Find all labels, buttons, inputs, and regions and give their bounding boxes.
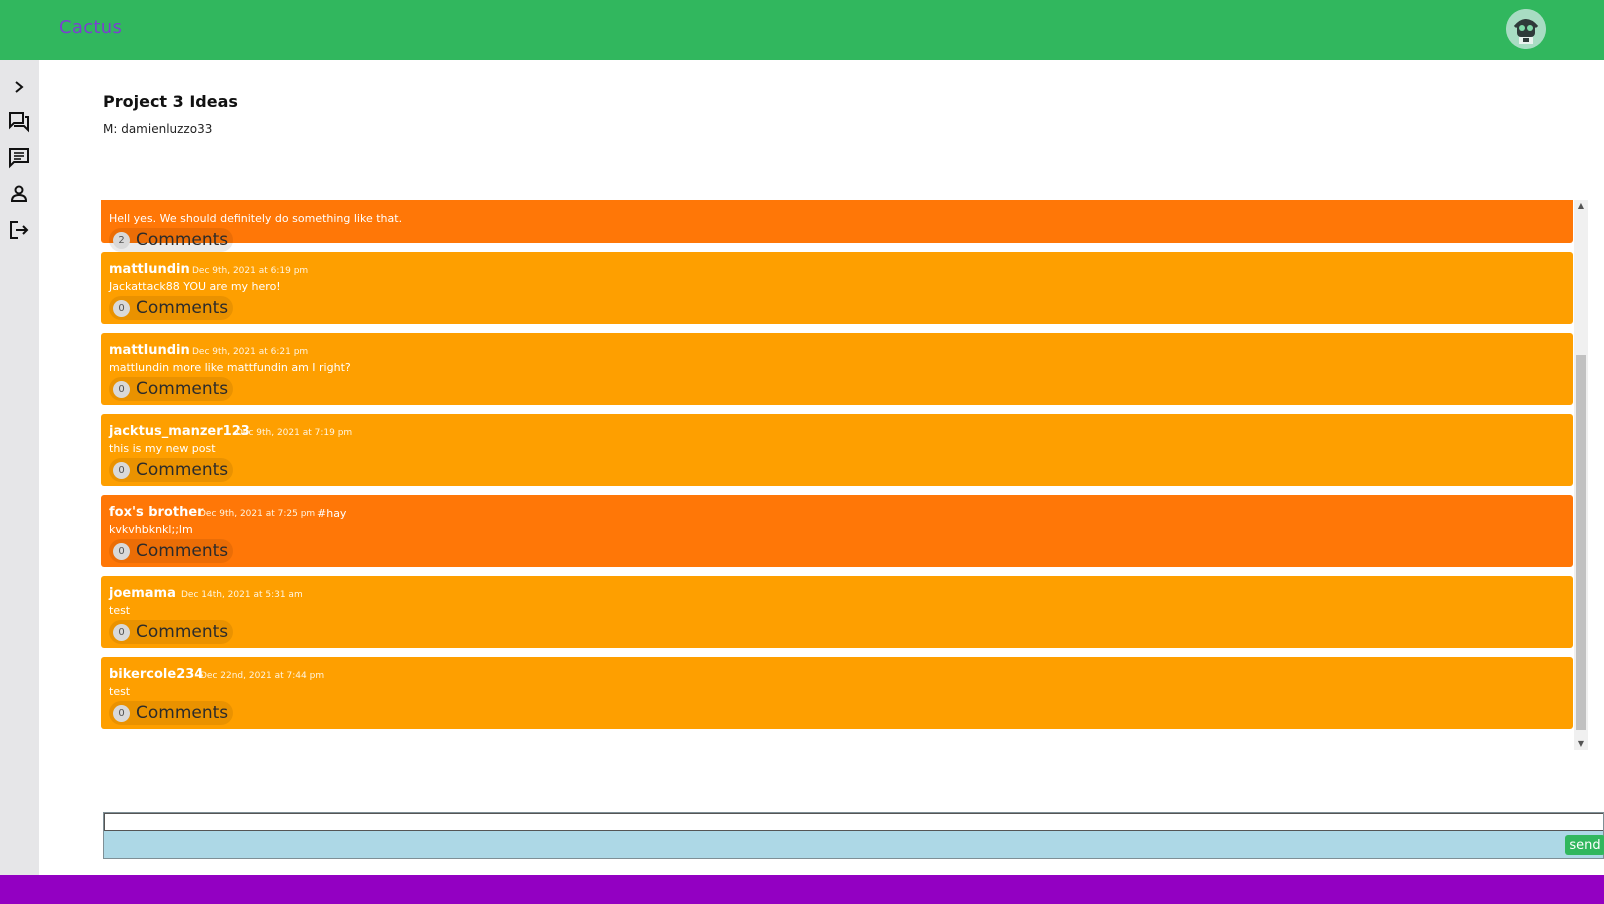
post-date: Dec 9th, 2021 at 6:19 pm xyxy=(192,266,309,276)
post-hashtag[interactable]: #hay xyxy=(317,507,346,520)
post-username[interactable]: mattlundin xyxy=(109,262,190,277)
post-username[interactable]: mattlundin xyxy=(109,343,190,358)
comments-label: Comments xyxy=(136,230,229,250)
post-card: jacktus_manzer123 Dec 9th, 2021 at 7:19 … xyxy=(101,414,1573,486)
avatar-icon xyxy=(1506,9,1546,49)
comment-count-badge: 0 xyxy=(113,461,130,479)
comments-label: Comments xyxy=(136,541,229,561)
comment-count-badge: 0 xyxy=(113,704,130,722)
comments-button[interactable]: 0 Comments xyxy=(109,458,233,482)
comments-button[interactable]: 0 Comments xyxy=(109,296,233,320)
moderator-label: M: damienluzzo33 xyxy=(103,122,213,136)
post-body: test xyxy=(109,685,131,698)
comments-label: Comments xyxy=(136,622,229,642)
user-avatar[interactable] xyxy=(1506,9,1546,49)
logout-icon[interactable] xyxy=(7,218,31,242)
post-date: Dec 9th, 2021 at 6:21 pm xyxy=(192,347,309,357)
comment-count-badge: 0 xyxy=(113,623,130,641)
page-title: Project 3 Ideas xyxy=(103,92,238,111)
post-card: mattlundin Dec 9th, 2021 at 6:19 pm Jack… xyxy=(101,252,1573,324)
post-card: fox's brother Dec 9th, 2021 at 7:25 pm #… xyxy=(101,495,1573,567)
message-input[interactable] xyxy=(104,813,1603,831)
post-username[interactable]: fox's brother xyxy=(109,505,204,520)
post-body: this is my new post xyxy=(109,442,216,455)
person-icon[interactable] xyxy=(7,182,31,206)
post-username[interactable]: bikercole234 xyxy=(109,667,203,682)
comments-button[interactable]: 0 Comments xyxy=(109,701,233,725)
top-navbar: Cactus xyxy=(0,0,1604,60)
forum-icon[interactable] xyxy=(7,110,31,134)
comments-button[interactable]: 2 Comments xyxy=(109,228,233,252)
comments-label: Comments xyxy=(136,460,229,480)
footer-bar xyxy=(0,875,1604,904)
scroll-down-icon[interactable]: ▼ xyxy=(1574,738,1588,750)
comments-button[interactable]: 0 Comments xyxy=(109,620,233,644)
comment-count-badge: 0 xyxy=(113,299,130,317)
post-card: Hell yes. We should definitely do someth… xyxy=(101,200,1573,252)
post-date: Dec 22nd, 2021 at 7:44 pm xyxy=(200,671,325,681)
comments-button[interactable]: 0 Comments xyxy=(109,377,233,401)
scroll-thumb[interactable] xyxy=(1576,355,1586,730)
brand-logo-text[interactable]: Cactus xyxy=(59,17,122,38)
comments-button[interactable]: 0 Comments xyxy=(109,539,233,563)
chevron-right-icon[interactable] xyxy=(7,75,31,99)
message-composer: send xyxy=(103,812,1604,859)
post-body: Hell yes. We should definitely do someth… xyxy=(109,212,403,225)
comment-count-badge: 2 xyxy=(113,231,130,249)
comment-count-badge: 0 xyxy=(113,542,130,560)
post-username[interactable]: jacktus_manzer123 xyxy=(109,424,250,439)
post-body: mattlundin more like mattfundin am I rig… xyxy=(109,361,351,374)
post-card: joemama Dec 14th, 2021 at 5:31 am test 0… xyxy=(101,576,1573,648)
post-username[interactable]: joemama xyxy=(109,586,176,601)
chat-icon[interactable] xyxy=(7,146,31,170)
post-body: test xyxy=(109,604,131,617)
send-button[interactable]: send xyxy=(1565,835,1604,855)
comment-count-badge: 0 xyxy=(113,380,130,398)
post-card: mattlundin Dec 9th, 2021 at 6:21 pm matt… xyxy=(101,333,1573,405)
post-date: Dec 9th, 2021 at 7:19 pm xyxy=(236,428,353,438)
post-card: bikercole234 Dec 22nd, 2021 at 7:44 pm t… xyxy=(101,657,1573,729)
post-body: Jackattack88 YOU are my hero! xyxy=(109,280,281,293)
feed-scrollbar[interactable]: ▲ ▼ xyxy=(1574,200,1588,750)
comments-label: Comments xyxy=(136,298,229,318)
post-date: Dec 14th, 2021 at 5:31 am xyxy=(181,590,303,600)
post-feed[interactable]: Hell yes. We should definitely do someth… xyxy=(101,200,1589,750)
sidebar xyxy=(0,60,39,875)
scroll-up-icon[interactable]: ▲ xyxy=(1574,200,1588,212)
comments-label: Comments xyxy=(136,379,229,399)
comments-label: Comments xyxy=(136,703,229,723)
post-date: Dec 9th, 2021 at 7:25 pm xyxy=(199,509,316,519)
post-body: kvkvhbknkl;;lm xyxy=(109,523,193,536)
